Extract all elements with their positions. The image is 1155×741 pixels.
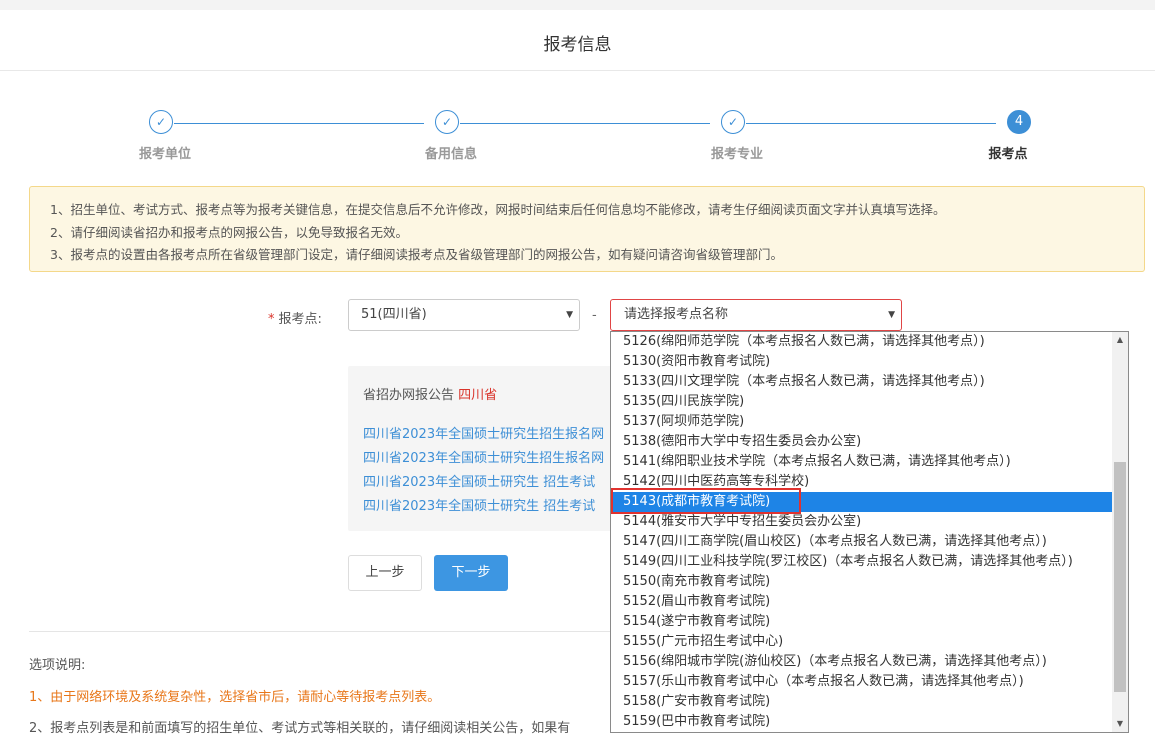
notice-line-1: 1、招生单位、考试方式、报考点等为报考关键信息，在提交信息后不允许修改，网报时间… [50, 202, 946, 217]
announcement-link[interactable]: 四川省2023年全国硕士研究生 招生考试 [363, 495, 595, 514]
exam-point-label: * 报考点: [268, 308, 322, 327]
step-3-check-icon: ✓ [721, 110, 745, 134]
step-2-label: 备用信息 [424, 147, 477, 162]
exam-point-select[interactable]: 请选择报考点名称 ▼ [610, 299, 902, 331]
announcement-title-prefix: 省招办网报公告 [363, 388, 455, 403]
scroll-down-arrow-icon[interactable]: ▼ [1112, 716, 1128, 732]
page-title: 报考信息 [543, 35, 612, 55]
announcement-province: 四川省 [458, 388, 498, 403]
selection-highlight-box [611, 488, 801, 514]
separator-dash: - [592, 308, 597, 323]
dropdown-option[interactable]: 5147(四川工商学院(眉山校区)（本考点报名人数已满，请选择其他考点）) [611, 532, 1113, 552]
dropdown-option[interactable]: 5138(德阳市大学中专招生委员会办公室) [611, 432, 1113, 452]
step-4-label: 报考点 [988, 147, 1028, 162]
caret-down-icon: ▼ [888, 310, 895, 320]
required-mark: * [268, 312, 275, 327]
notice-line-3: 3、报考点的设置由各报考点所在省级管理部门设定，请仔细阅读报考点及省级管理部门的… [50, 247, 783, 262]
exam-point-dropdown[interactable]: 5126(绵阳师范学院（本考点报名人数已满，请选择其他考点）) 5130(资阳市… [610, 331, 1129, 733]
dropdown-option[interactable]: 5141(绵阳职业技术学院（本考点报名人数已满，请选择其他考点）) [611, 452, 1113, 472]
province-select[interactable]: 51(四川省) ▼ [348, 299, 580, 331]
step-connector [746, 123, 996, 124]
dropdown-option[interactable]: 5150(南充市教育考试院) [611, 572, 1113, 592]
scroll-up-arrow-icon[interactable]: ▲ [1112, 332, 1128, 348]
dropdown-option[interactable]: 5156(绵阳城市学院(游仙校区)（本考点报名人数已满，请选择其他考点）) [611, 652, 1113, 672]
dropdown-option[interactable]: 5130(资阳市教育考试院) [611, 352, 1113, 372]
announcement-panel: 省招办网报公告 四川省 四川省2023年全国硕士研究生招生报名网 四川省2023… [348, 366, 648, 531]
dropdown-option[interactable]: 5154(遂宁市教育考试院) [611, 612, 1113, 632]
dropdown-list: 5126(绵阳师范学院（本考点报名人数已满，请选择其他考点）) 5130(资阳市… [611, 332, 1113, 732]
dropdown-option[interactable]: 5158(广安市教育考试院) [611, 692, 1113, 712]
dropdown-option[interactable]: 5137(阿坝师范学院) [611, 412, 1113, 432]
dropdown-option[interactable]: 5152(眉山市教育考试院) [611, 592, 1113, 612]
dropdown-option[interactable]: 5155(广元市招生考试中心) [611, 632, 1113, 652]
dropdown-option[interactable]: 5149(四川工业科技学院(罗江校区)（本考点报名人数已满，请选择其他考点）) [611, 552, 1113, 572]
step-2-check-icon: ✓ [435, 110, 459, 134]
options-item-2: 2、报考点列表是和前面填写的招生单位、考试方式等相关联的，请仔细阅读相关公告，如… [29, 721, 571, 736]
exam-point-select-placeholder: 请选择报考点名称 [624, 307, 729, 322]
scrollbar-thumb[interactable] [1114, 462, 1126, 692]
divider [29, 631, 629, 632]
step-4-number: 4 [1007, 110, 1031, 134]
dropdown-option[interactable]: 5133(四川文理学院（本考点报名人数已满，请选择其他考点）) [611, 372, 1113, 392]
announcement-link[interactable]: 四川省2023年全国硕士研究生 招生考试 [363, 471, 595, 490]
step-1-label: 报考单位 [138, 147, 191, 162]
step-connector [174, 123, 424, 124]
step-3-label: 报考专业 [710, 147, 763, 162]
page-header: 报考信息 [0, 10, 1155, 71]
dropdown-option[interactable]: 5135(四川民族学院) [611, 392, 1113, 412]
province-select-value: 51(四川省) [361, 307, 427, 322]
prev-step-button[interactable]: 上一步 [348, 555, 422, 591]
step-connector [460, 123, 710, 124]
dropdown-option[interactable]: 5126(绵阳师范学院（本考点报名人数已满，请选择其他考点）) [611, 332, 1113, 352]
progress-steps: ✓ ✓ ✓ 4 报考单位 备用信息 报考专业 报考点 [0, 110, 1155, 170]
announcement-link[interactable]: 四川省2023年全国硕士研究生招生报名网 [363, 447, 604, 466]
top-strip [0, 0, 1155, 10]
exam-point-label-text: 报考点: [278, 312, 322, 327]
dropdown-scrollbar[interactable]: ▲ ▼ [1112, 332, 1128, 732]
next-step-button[interactable]: 下一步 [434, 555, 508, 591]
dropdown-option[interactable]: 5159(巴中市教育考试院) [611, 712, 1113, 732]
announcement-link[interactable]: 四川省2023年全国硕士研究生招生报名网 [363, 423, 604, 442]
dropdown-option[interactable]: 5157(乐山市教育考试中心（本考点报名人数已满，请选择其他考点）) [611, 672, 1113, 692]
notice-line-2: 2、请仔细阅读省招办和报考点的网报公告，以免导致报名无效。 [50, 224, 408, 240]
step-1-check-icon: ✓ [149, 110, 173, 134]
options-item-1: 1、由于网络环境及系统复杂性，选择省市后，请耐心等待报考点列表。 [29, 690, 441, 705]
options-title: 选项说明: [29, 658, 86, 673]
dropdown-option[interactable]: 5144(雅安市大学中专招生委员会办公室) [611, 512, 1113, 532]
announcement-title: 省招办网报公告 四川省 [363, 384, 497, 403]
notice-box: 1、招生单位、考试方式、报考点等为报考关键信息，在提交信息后不允许修改，网报时间… [29, 186, 1145, 272]
caret-down-icon: ▼ [566, 310, 573, 320]
